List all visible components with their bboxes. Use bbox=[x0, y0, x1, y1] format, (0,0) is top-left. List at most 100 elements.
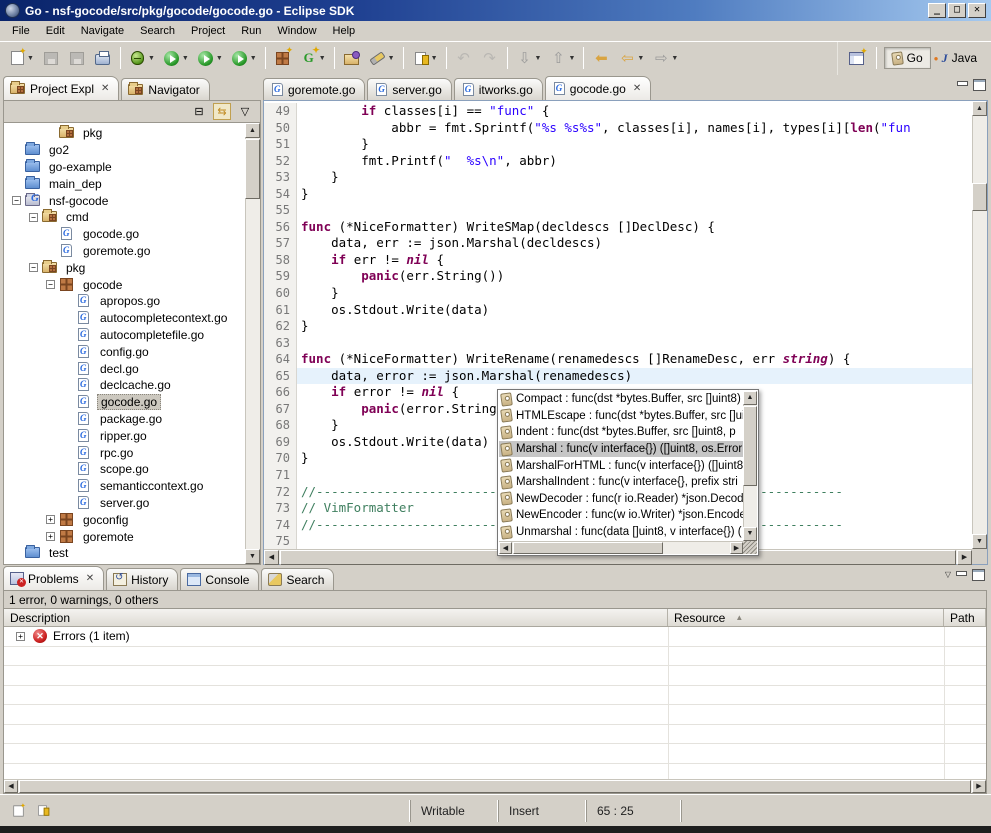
dropdown-arrow-icon[interactable]: ▼ bbox=[388, 55, 395, 62]
tree-item-autocompletefile-go[interactable]: autocompletefile.go bbox=[4, 327, 245, 344]
tree-item-autocompletecontext-go[interactable]: autocompletecontext.go bbox=[4, 310, 245, 327]
prev-annotation-button[interactable]: ⇧▼ bbox=[546, 46, 578, 70]
explorer-tab-navigator[interactable]: Navigator bbox=[121, 78, 209, 100]
editor-tab-itworks-go[interactable]: itworks.go bbox=[454, 78, 543, 100]
minimize-button[interactable]: _ bbox=[928, 3, 946, 18]
column-header-path[interactable]: Path bbox=[944, 609, 986, 626]
code-line-55[interactable]: 55 bbox=[264, 202, 972, 219]
dropdown-arrow-icon[interactable]: ▼ bbox=[27, 55, 34, 62]
close-tab-icon[interactable]: ✕ bbox=[633, 83, 641, 94]
explorer-tab-project-expl[interactable]: Project Expl✕ bbox=[3, 76, 119, 100]
minimize-view-icon[interactable] bbox=[956, 79, 969, 90]
tree-item-scope-go[interactable]: scope.go bbox=[4, 461, 245, 478]
tree-item-gocode-go[interactable]: gocode.go bbox=[4, 394, 245, 411]
popup-vertical-scrollbar[interactable]: ▲ ▼ bbox=[743, 391, 757, 541]
close-button[interactable]: ✕ bbox=[968, 3, 986, 18]
completion-item[interactable]: NewDecoder : func(r io.Reader) *json.Dec… bbox=[499, 491, 743, 508]
popup-horizontal-scrollbar[interactable]: ◀ ▶ bbox=[499, 541, 743, 554]
code-line-50[interactable]: 50 abbr = fmt.Sprintf("%s %s%s", classes… bbox=[264, 120, 972, 137]
new-wizard-button[interactable]: ▼ bbox=[5, 46, 37, 70]
code-line-65[interactable]: 65 data, error := json.Marshal(renamedes… bbox=[264, 368, 972, 385]
tree-item-goremote[interactable]: +goremote bbox=[4, 528, 245, 545]
tree-item-go-example[interactable]: go-example bbox=[4, 159, 245, 176]
code-line-53[interactable]: 53 } bbox=[264, 169, 972, 186]
tree-item-server-go[interactable]: server.go bbox=[4, 495, 245, 512]
explorer-vertical-scrollbar[interactable]: ▲ ▼ bbox=[245, 123, 260, 564]
completion-item[interactable]: HTMLEscape : func(dst *bytes.Buffer, src… bbox=[499, 408, 743, 425]
perspective-java[interactable]: JJava bbox=[934, 47, 985, 70]
completion-item[interactable]: NewEncoder : func(w io.Writer) *json.Enc… bbox=[499, 507, 743, 524]
editor-vertical-scrollbar[interactable]: ▲ ▼ bbox=[972, 101, 987, 549]
tree-item-test[interactable]: test bbox=[4, 545, 245, 562]
scroll-thumb[interactable] bbox=[743, 406, 757, 486]
new-wizard-trim-icon[interactable] bbox=[10, 803, 26, 819]
external-tools-button[interactable]: ▼ bbox=[228, 46, 260, 70]
completion-item[interactable]: Marshal : func(v interface{}) ([]uint8, … bbox=[499, 441, 743, 458]
scroll-left-arrow[interactable]: ◀ bbox=[499, 542, 512, 554]
collapse-box-icon[interactable]: − bbox=[46, 280, 55, 289]
link-with-editor-icon[interactable]: ⇆ bbox=[213, 103, 231, 120]
menu-navigate[interactable]: Navigate bbox=[73, 23, 132, 39]
code-line-62[interactable]: 62} bbox=[264, 318, 972, 335]
tree-item-declcache-go[interactable]: declcache.go bbox=[4, 377, 245, 394]
code-line-60[interactable]: 60 } bbox=[264, 285, 972, 302]
tree-item-pkg[interactable]: pkg bbox=[4, 125, 245, 142]
scroll-down-arrow[interactable]: ▼ bbox=[743, 527, 757, 541]
toggle-annotations-button[interactable]: ▼ bbox=[409, 46, 441, 70]
menu-window[interactable]: Window bbox=[269, 23, 324, 39]
tree-item-package-go[interactable]: package.go bbox=[4, 411, 245, 428]
tree-item-gocode-go[interactable]: gocode.go bbox=[4, 226, 245, 243]
view-menu-icon[interactable]: ▽ bbox=[945, 570, 951, 579]
code-line-52[interactable]: 52 fmt.Printf(" %s\n", abbr) bbox=[264, 153, 972, 170]
dropdown-arrow-icon[interactable]: ▼ bbox=[148, 55, 155, 62]
dropdown-arrow-icon[interactable]: ▼ bbox=[182, 55, 189, 62]
scroll-down-arrow[interactable]: ▼ bbox=[245, 549, 260, 564]
editor-tab-gocode-go[interactable]: gocode.go✕ bbox=[545, 76, 651, 100]
minimize-view-icon[interactable] bbox=[955, 569, 968, 580]
code-line-59[interactable]: 59 panic(err.String()) bbox=[264, 268, 972, 285]
close-tab-icon[interactable]: ✕ bbox=[86, 573, 94, 584]
completion-item[interactable]: MarshalIndent : func(v interface{}, pref… bbox=[499, 474, 743, 491]
problems-horizontal-scrollbar[interactable]: ◀ ▶ bbox=[4, 779, 986, 793]
scroll-right-arrow[interactable]: ▶ bbox=[972, 780, 986, 793]
scroll-thumb[interactable] bbox=[972, 183, 987, 211]
column-header-resource[interactable]: Resource▲ bbox=[668, 609, 944, 626]
run-history-button[interactable]: ▼ bbox=[194, 46, 226, 70]
dropdown-arrow-icon[interactable]: ▼ bbox=[250, 55, 257, 62]
tree-item-goconfig[interactable]: +goconfig bbox=[4, 511, 245, 528]
editor-tab-goremote-go[interactable]: goremote.go bbox=[263, 78, 365, 100]
tree-item-main-dep[interactable]: main_dep bbox=[4, 175, 245, 192]
scroll-up-arrow[interactable]: ▲ bbox=[743, 391, 757, 405]
expand-box-icon[interactable]: + bbox=[16, 632, 25, 641]
menu-search[interactable]: Search bbox=[132, 23, 183, 39]
code-line-58[interactable]: 58 if err != nil { bbox=[264, 252, 972, 269]
menu-help[interactable]: Help bbox=[325, 23, 364, 39]
completion-item[interactable]: Indent : func(dst *bytes.Buffer, src []u… bbox=[499, 424, 743, 441]
completion-item[interactable]: Unmarshal : func(data []uint8, v interfa… bbox=[499, 524, 743, 541]
code-line-64[interactable]: 64func (*NiceFormatter) WriteRename(rena… bbox=[264, 351, 972, 368]
search-button[interactable]: ▼ bbox=[366, 46, 398, 70]
code-line-63[interactable]: 63 bbox=[264, 335, 972, 352]
menu-edit[interactable]: Edit bbox=[38, 23, 73, 39]
tree-item-nsf-gocode[interactable]: −nsf-gocode bbox=[4, 192, 245, 209]
dropdown-arrow-icon[interactable]: ▼ bbox=[568, 55, 575, 62]
scroll-up-arrow[interactable]: ▲ bbox=[245, 123, 260, 138]
close-tab-icon[interactable]: ✕ bbox=[101, 83, 109, 94]
dropdown-arrow-icon[interactable]: ▼ bbox=[535, 55, 542, 62]
next-annotation-button[interactable]: ⇩▼ bbox=[513, 46, 545, 70]
scroll-up-arrow[interactable]: ▲ bbox=[972, 101, 987, 116]
collapse-box-icon[interactable]: − bbox=[29, 263, 38, 272]
perspective-go[interactable]: Go bbox=[884, 47, 931, 69]
collapse-box-icon[interactable]: − bbox=[12, 196, 21, 205]
code-line-49[interactable]: 49 if classes[i] == "func" { bbox=[264, 103, 972, 120]
tree-item-pkg[interactable]: −pkg bbox=[4, 259, 245, 276]
dropdown-arrow-icon[interactable]: ▼ bbox=[431, 55, 438, 62]
tree-item-rpc-go[interactable]: rpc.go bbox=[4, 444, 245, 461]
maximize-view-icon[interactable] bbox=[973, 79, 986, 90]
tree-item-go2[interactable]: go2 bbox=[4, 142, 245, 159]
problems-tab-problems[interactable]: Problems✕ bbox=[3, 566, 104, 590]
problems-row-errors[interactable]: +✕Errors (1 item) bbox=[4, 627, 986, 647]
editor-tab-server-go[interactable]: server.go bbox=[367, 78, 451, 100]
back-button[interactable]: ⇦▼ bbox=[615, 46, 647, 70]
tree-item-goremote-go[interactable]: goremote.go bbox=[4, 243, 245, 260]
